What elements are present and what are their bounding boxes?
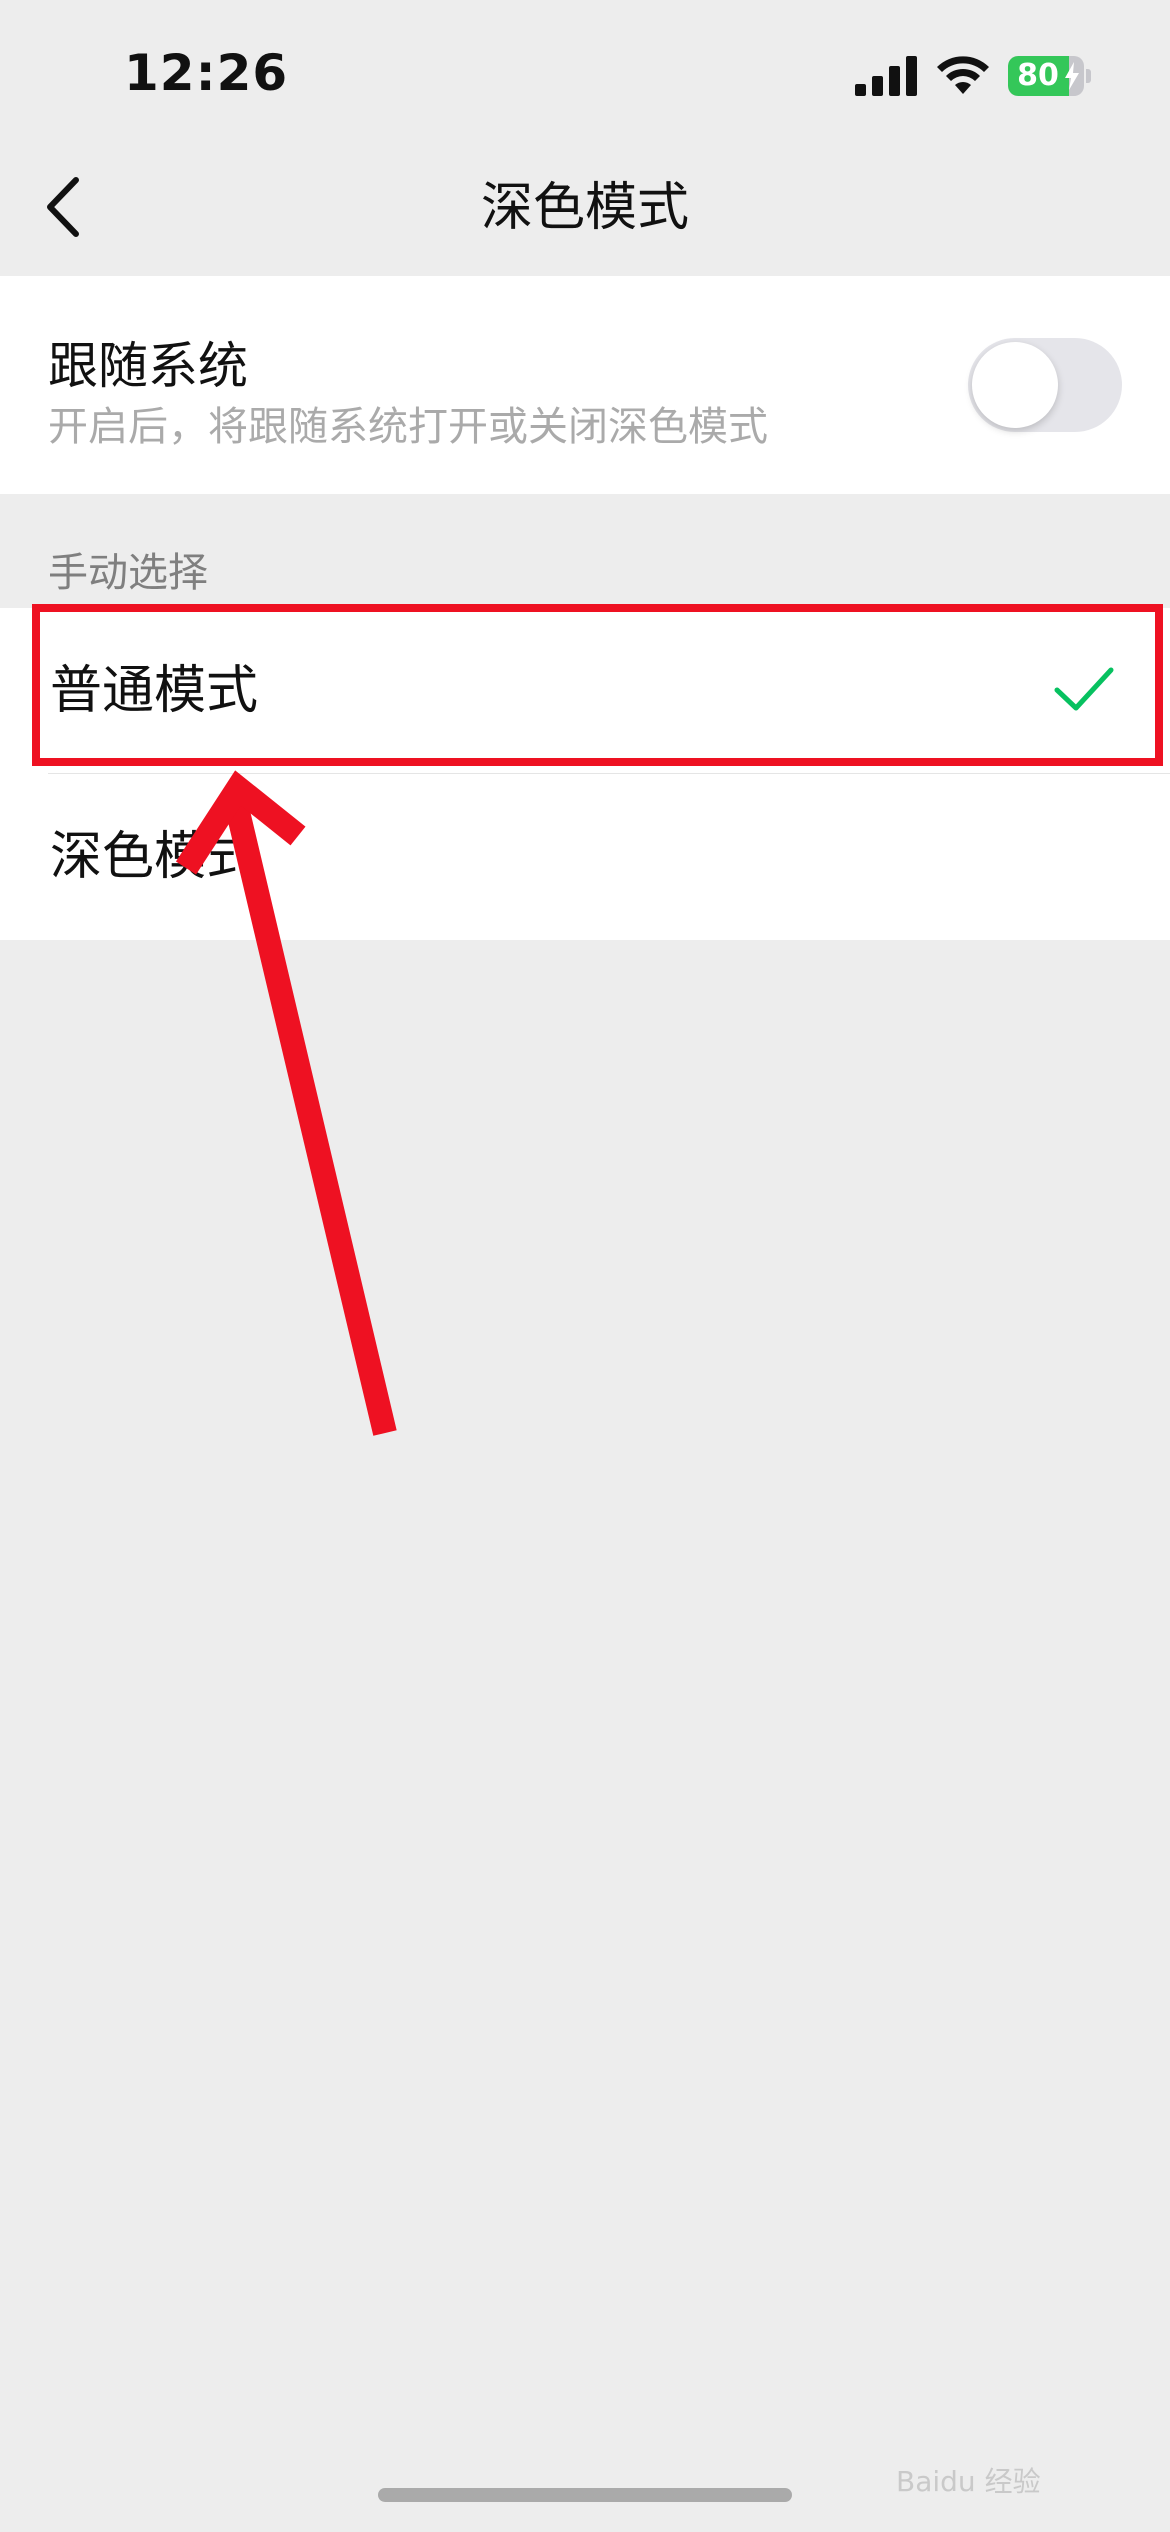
back-button[interactable] [36, 174, 96, 240]
toggle-knob [972, 342, 1058, 428]
signal-icon [855, 56, 917, 96]
option-label: 深色模式 [50, 827, 259, 887]
follow-system-description: 开启后，将跟随系统打开或关闭深色模式 [48, 404, 768, 450]
battery-icon: 80 [1008, 56, 1091, 96]
follow-system-row: 跟随系统 开启后，将跟随系统打开或关闭深色模式 [0, 276, 1170, 494]
watermark: Baidu 经验 [896, 2465, 1041, 2498]
section-label-manual: 手动选择 [48, 550, 208, 596]
mode-option-list: 普通模式 深色模式 [0, 608, 1170, 940]
follow-system-title: 跟随系统 [48, 337, 248, 395]
checkmark-icon [1054, 667, 1114, 711]
chevron-left-icon [47, 177, 79, 237]
status-time: 12:26 [124, 44, 289, 102]
battery-cap [1086, 69, 1091, 83]
charging-bolt-icon [1065, 62, 1079, 90]
battery-level: 80 [1017, 58, 1059, 93]
option-normal-mode[interactable]: 普通模式 [0, 608, 1170, 774]
follow-system-toggle[interactable] [968, 338, 1122, 432]
status-bar: 12:26 80 [0, 0, 1170, 140]
option-label: 普通模式 [50, 661, 259, 721]
option-dark-mode[interactable]: 深色模式 [0, 774, 1170, 940]
home-indicator [378, 2488, 792, 2502]
page-title: 深色模式 [480, 178, 689, 238]
nav-bar: 深色模式 [0, 140, 1170, 276]
wifi-icon [937, 56, 989, 94]
